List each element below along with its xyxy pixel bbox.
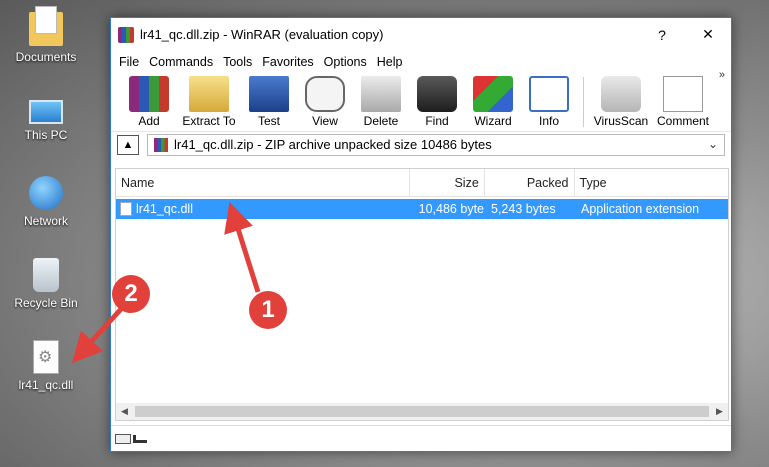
annotation-arrow-1	[224, 201, 261, 293]
annotation-arrows	[71, 201, 261, 364]
annotation-arrow-2	[71, 306, 124, 364]
step-1-badge: 1	[249, 291, 287, 329]
step-2-badge: 2	[112, 275, 150, 313]
